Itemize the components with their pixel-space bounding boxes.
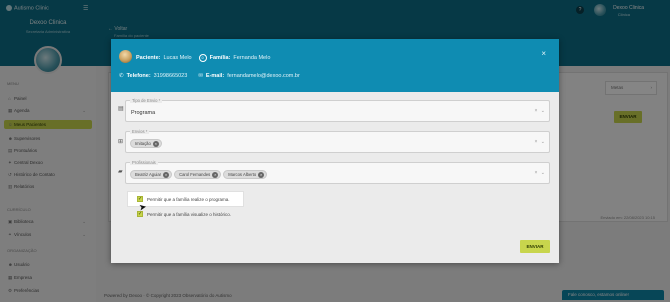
chip-remove-icon[interactable]: ×: [258, 171, 265, 178]
clear-dropdown-icon[interactable]: × ⌄: [535, 108, 547, 114]
phone-icon: ✆: [119, 73, 124, 79]
email-label: E-mail:: [205, 73, 225, 79]
family-label: Família:: [209, 55, 231, 61]
contact-info: ✆ Telefone: 31998665023 ✉ E-mail: fernan…: [119, 73, 300, 79]
patient-label: Paciente:: [136, 55, 161, 61]
chip: Marcos Alberto ×: [223, 170, 268, 179]
chip-label: Carol Fernandes: [179, 172, 211, 177]
checkbox-label: Permitir que a família realize o program…: [147, 196, 230, 202]
checkbox-checked-icon[interactable]: ✓: [137, 211, 143, 217]
chip: Carol Fernandes ×: [174, 170, 222, 179]
allow-history-checkbox[interactable]: ✓ Permitir que a família visualize o his…: [137, 211, 231, 217]
chip-label: Imitação: [135, 141, 151, 146]
chip: Beatriz Aguiar ×: [130, 170, 173, 179]
profissionais-select[interactable]: Profissionais Beatriz Aguiar × Carol Fern…: [125, 160, 550, 184]
field-legend: Tipo de Envio *: [130, 98, 163, 103]
field-legend: Envios *: [130, 129, 150, 134]
chip-label: Marcos Alberto: [228, 172, 257, 177]
patient-name: Lucas Melo: [163, 55, 192, 61]
field-value: Programa: [131, 110, 156, 116]
phone-value: 31998665023: [153, 73, 188, 79]
chip: Imitação ×: [130, 139, 162, 148]
checkbox-label: Permitir que a família visualize o histó…: [147, 211, 232, 217]
patient-avatar: [119, 50, 132, 63]
document-icon: ▤: [118, 106, 124, 112]
briefcase-icon: ▰: [118, 169, 123, 175]
chip-remove-icon[interactable]: ×: [152, 140, 159, 147]
chip-remove-icon[interactable]: ×: [163, 171, 170, 178]
clear-dropdown-icon[interactable]: × ⌄: [535, 139, 547, 145]
chip-list: Imitação ×: [130, 139, 164, 148]
clear-dropdown-icon[interactable]: × ⌄: [535, 170, 547, 176]
submit-button[interactable]: ENVIAR: [520, 240, 550, 253]
add-box-icon: ⊞: [118, 139, 124, 145]
family-name: Fernanda Melo: [233, 55, 271, 61]
patient-info: Paciente: Lucas Melo ☺ Família: Fernanda…: [136, 54, 270, 62]
chip-remove-icon[interactable]: ×: [212, 171, 219, 178]
tipo-envio-select[interactable]: Tipo de Envio * Programa × ⌄: [125, 98, 550, 122]
chip-label: Beatriz Aguiar: [135, 172, 162, 177]
email-icon: ✉: [198, 73, 203, 79]
close-icon[interactable]: ×: [541, 49, 546, 58]
allow-program-checkbox[interactable]: ✓ Permitir que a família realize o progr…: [137, 196, 230, 202]
field-legend: Profissionais: [130, 160, 158, 165]
phone-label: Telefone:: [126, 73, 151, 79]
modal-header: Paciente: Lucas Melo ☺ Família: Fernanda…: [111, 39, 559, 92]
email-value: fernandamelo@dexoo.com.br: [227, 73, 300, 79]
family-icon: ☺: [198, 54, 207, 62]
chip-list: Beatriz Aguiar × Carol Fernandes × Marcos …: [130, 170, 269, 179]
envios-select[interactable]: Envios * Imitação × × ⌄: [125, 129, 550, 153]
